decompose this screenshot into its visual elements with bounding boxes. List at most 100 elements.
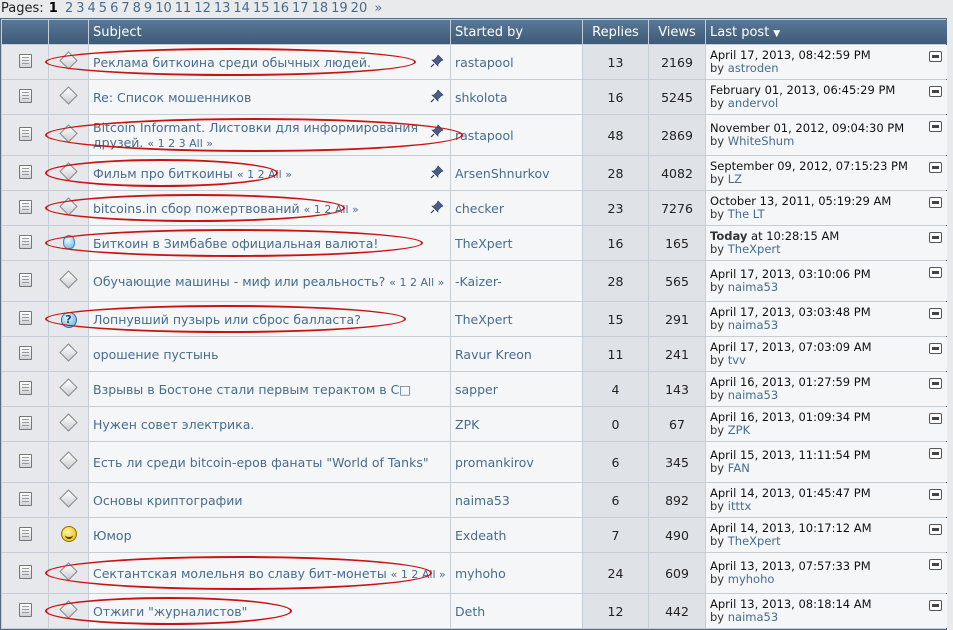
topic-title-link[interactable]: Re: Список мошенников [93, 90, 251, 105]
topic-pages[interactable]: « 1 2 All » [389, 276, 444, 289]
topic-title-link[interactable]: орошение пустынь [93, 347, 218, 362]
page-link[interactable]: 7 [121, 1, 129, 16]
starter-link[interactable]: myhoho [455, 566, 506, 581]
jump-to-last-post-icon[interactable] [929, 121, 942, 132]
page-link[interactable]: 14 [233, 1, 250, 16]
last-post-user-link[interactable]: The LT [728, 207, 765, 221]
page-link[interactable]: 17 [292, 1, 309, 16]
replies-cell: 4 [583, 372, 648, 406]
last-post-user-link[interactable]: ZPK [728, 423, 750, 437]
topic-title-link[interactable]: Фильм про биткоины [93, 166, 233, 181]
last-post-user-link[interactable]: naima53 [728, 388, 778, 402]
jump-to-last-post-icon[interactable] [929, 413, 942, 424]
jump-to-last-post-icon[interactable] [929, 448, 942, 459]
starter-link[interactable]: Ravur Kreon [455, 347, 532, 362]
starter-link[interactable]: checker [455, 201, 504, 216]
starter-link[interactable]: Exdeath [455, 528, 506, 543]
starter-link[interactable]: shkolota [455, 90, 508, 105]
topic-title-link[interactable]: Взрывы в Бостоне стали первым терактом в… [93, 382, 411, 397]
subject-cell: Основы криптографии [89, 483, 450, 517]
jump-to-last-post-icon[interactable] [929, 197, 942, 208]
last-post-user-link[interactable]: tvv [728, 353, 746, 367]
last-post-user-link[interactable]: astroden [728, 61, 779, 75]
page-link[interactable]: 18 [312, 1, 329, 16]
jump-to-last-post-icon[interactable] [929, 600, 942, 611]
header-last-post[interactable]: Last post ▼ [706, 20, 947, 44]
subject-cell: Обучающие машины - миф или реальность? «… [89, 261, 450, 301]
last-post-by: by [710, 572, 725, 586]
page-link[interactable]: 3 [76, 1, 84, 16]
header-replies[interactable]: Replies [583, 20, 648, 44]
last-post-user-link[interactable]: FAN [728, 461, 750, 475]
last-post-user-link[interactable]: naima53 [728, 318, 778, 332]
topic-title-link[interactable]: Биткоин в Зимбабве официальная валюта! [93, 236, 378, 251]
page-link[interactable]: 5 [99, 1, 107, 16]
page-link[interactable]: 20 [351, 1, 368, 16]
jump-to-last-post-icon[interactable] [929, 308, 942, 319]
starter-link[interactable]: sapper [455, 382, 498, 397]
topic-title-link[interactable]: Юмор [93, 528, 132, 543]
last-post-user-link[interactable]: naima53 [728, 610, 778, 624]
header-views[interactable]: Views [649, 20, 705, 44]
topic-title-link[interactable]: Сектантская молельня во славу бит-монеты [93, 566, 387, 581]
page-link[interactable]: 2 [65, 1, 73, 16]
topic-pages[interactable]: « 1 2 All » [237, 168, 292, 181]
page-link[interactable]: 12 [194, 1, 211, 16]
replies-cell: 0 [583, 407, 648, 441]
starter-link[interactable]: naima53 [455, 493, 510, 508]
topic-title-link[interactable]: Основы криптографии [93, 493, 243, 508]
last-post-user-link[interactable]: WhiteShum [728, 134, 795, 148]
topic-title-link[interactable]: Нужен совет электрика. [93, 417, 254, 432]
starter-link[interactable]: rastapool [455, 128, 514, 143]
header-started-by[interactable]: Started by [451, 20, 582, 44]
page-link[interactable]: 13 [214, 1, 231, 16]
jump-to-last-post-icon[interactable] [929, 162, 942, 173]
last-post-user-link[interactable]: naima53 [728, 280, 778, 294]
starter-link[interactable]: -Kaizer- [455, 274, 502, 289]
page-link[interactable]: 19 [331, 1, 348, 16]
starter-link[interactable]: TheXpert [455, 236, 512, 251]
page-link[interactable]: 15 [253, 1, 270, 16]
starter-link[interactable]: promankirov [455, 455, 534, 470]
topic-title-link[interactable]: Обучающие машины - миф или реальность? [93, 274, 385, 289]
last-post-user-link[interactable]: TheXpert [728, 242, 781, 256]
last-post-user-link[interactable]: andervol [728, 96, 778, 110]
starter-link[interactable]: TheXpert [455, 312, 512, 327]
last-post-user-link[interactable]: TheXpert [728, 534, 781, 548]
starter-link[interactable]: Deth [455, 604, 485, 619]
jump-to-last-post-icon[interactable] [929, 378, 942, 389]
page-link[interactable]: 8 [133, 1, 141, 16]
page-link[interactable]: 10 [155, 1, 172, 16]
page-link[interactable]: 9 [144, 1, 152, 16]
starter-link[interactable]: rastapool [455, 55, 514, 70]
starter-link[interactable]: ZPK [455, 417, 479, 432]
page-link[interactable]: 6 [110, 1, 118, 16]
topic-title-link[interactable]: bitcoins.in сбор пожертвований [93, 201, 300, 216]
topic-title-link[interactable]: Bitcoin Informant. Листовки для информир… [93, 120, 418, 150]
topic-title-link[interactable]: Реклама биткоина среди обычных людей. [93, 55, 371, 70]
topic-pages[interactable]: « 1 2 3 All » [147, 137, 213, 150]
starter-link[interactable]: ArsenShnurkov [455, 166, 550, 181]
last-post-user-link[interactable]: LZ [728, 172, 742, 186]
last-post-time: February 01, 2013, 06:45:29 PM [710, 83, 896, 97]
header-subject[interactable]: Subject [89, 20, 450, 44]
jump-to-last-post-icon[interactable] [929, 343, 942, 354]
jump-to-last-post-icon[interactable] [929, 232, 942, 243]
last-post-user-link[interactable]: itttx [728, 499, 752, 513]
page-link[interactable]: 4 [88, 1, 96, 16]
topic-title-link[interactable]: Отжиги "журналистов" [93, 604, 247, 619]
last-post-user-link[interactable]: myhoho [728, 572, 775, 586]
topic-title-link[interactable]: Лопнувший пузырь или сброс балласта? [93, 312, 361, 327]
jump-to-last-post-icon[interactable] [929, 51, 942, 62]
jump-to-last-post-icon[interactable] [929, 86, 942, 97]
jump-to-last-post-icon[interactable] [929, 267, 942, 278]
topic-title-link[interactable]: Есть ли среди bitcoin-еров фанаты "World… [93, 455, 429, 470]
page-link[interactable]: 16 [272, 1, 289, 16]
topic-pages[interactable]: « 1 2 All » [304, 203, 359, 216]
page-link[interactable]: 11 [175, 1, 192, 16]
jump-to-last-post-icon[interactable] [929, 524, 942, 535]
jump-to-last-post-icon[interactable] [929, 559, 942, 570]
next-page-link[interactable]: » [374, 1, 382, 16]
topic-pages[interactable]: « 1 2 All » [391, 568, 446, 581]
jump-to-last-post-icon[interactable] [929, 489, 942, 500]
